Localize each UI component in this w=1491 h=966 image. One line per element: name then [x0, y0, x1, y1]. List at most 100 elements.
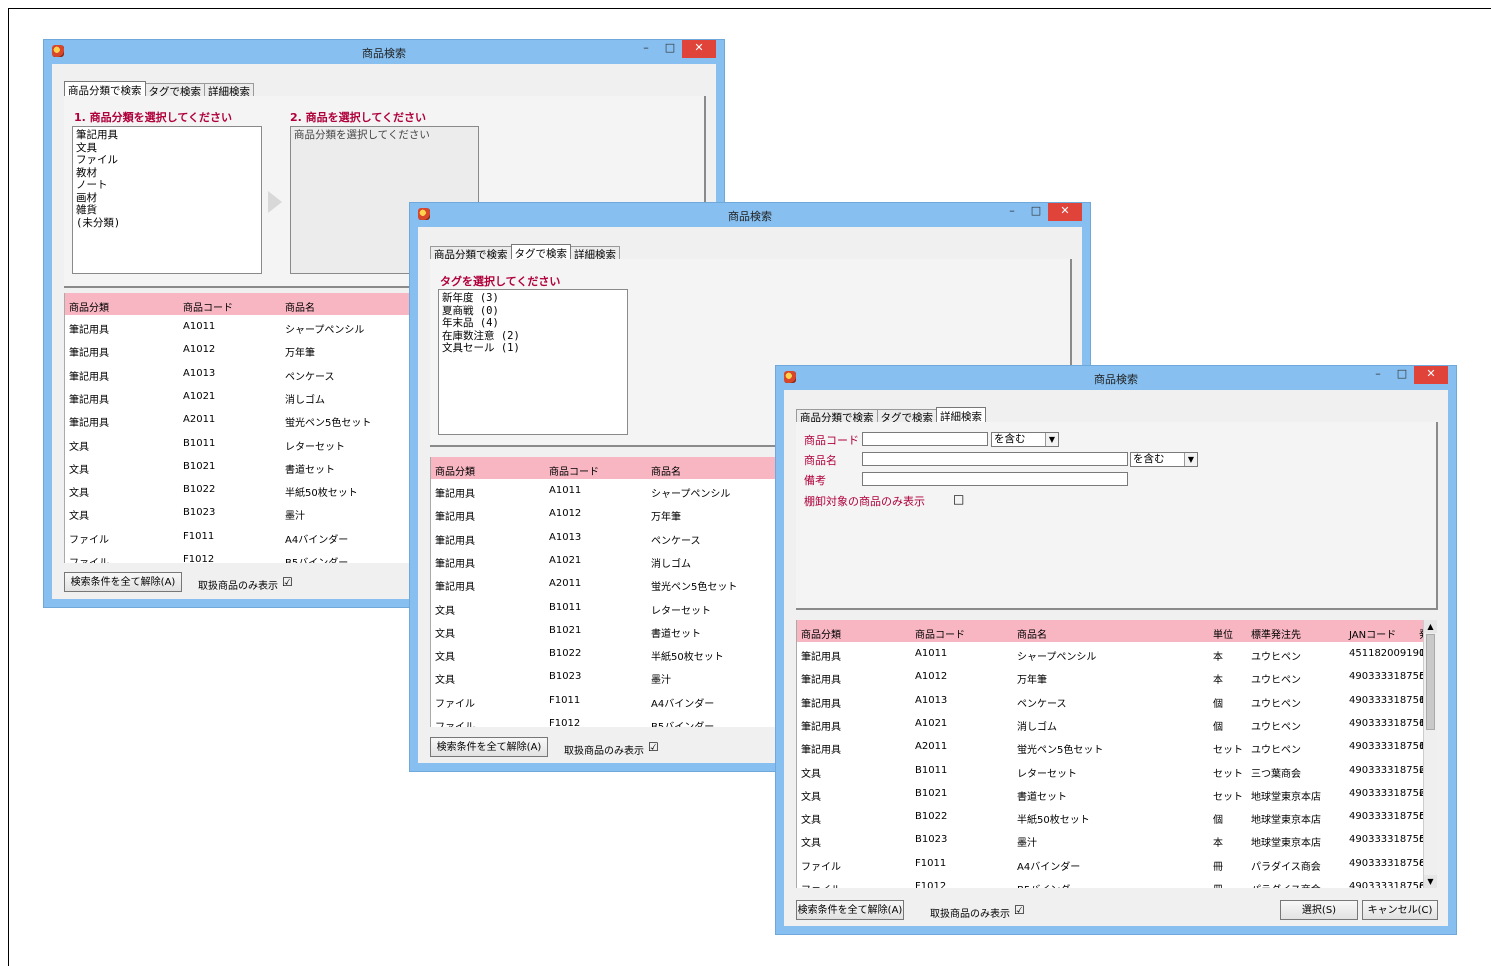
table-row[interactable]: 文具B1011レターセットセット三つ葉商会49033331875602! [797, 759, 1437, 782]
clear-conditions-button[interactable]: 検索条件を全て解除(A) [430, 737, 548, 757]
table-row[interactable]: ファイルF1012B5バインダー冊パラダイス商会49033331875608( [797, 875, 1437, 888]
memo-input[interactable] [862, 472, 1128, 486]
list-item[interactable]: 画材 [76, 192, 258, 205]
tag-listbox[interactable]: 新年度 (3) 夏商戦 (0) 年末品 (4) 在庫数注意 (2) 文具セール … [438, 289, 628, 435]
close-button[interactable]: ✕ [1048, 203, 1082, 221]
col-code[interactable]: 商品コード [549, 463, 599, 478]
col-code[interactable]: 商品コード [183, 299, 233, 314]
list-item[interactable]: 文具 [76, 142, 258, 155]
inventory-only-checkbox[interactable]: □ [953, 492, 964, 506]
table-row[interactable]: 筆記用具 A1012 万年筆 [431, 502, 791, 525]
table-row[interactable]: 筆記用具 A2011 蛍光ペン5色セット [431, 572, 791, 595]
table-row[interactable]: 文具 B1022 半紙50枚セット [431, 642, 791, 665]
table-row[interactable]: 筆記用具A2011蛍光ペン5色セットセットユウヒペン49033331875601… [797, 735, 1437, 758]
list-item[interactable]: 年末品 (4) [442, 317, 624, 330]
table-row[interactable]: ファイル F1011 A4バインダー [65, 525, 465, 548]
table-row[interactable]: 筆記用具A1012万年筆本ユウヒペン49033331875605( [797, 665, 1437, 688]
list-item[interactable]: 夏商戦 (0) [442, 305, 624, 318]
table-scrollbar[interactable]: ▲ ▼ [1423, 620, 1437, 888]
col-category[interactable]: 商品分類 [435, 463, 475, 478]
col-supplier[interactable]: 標準発注先 [1251, 626, 1301, 641]
chevron-down-icon[interactable]: ▼ [1045, 433, 1058, 446]
select-button[interactable]: 選択(S) [1280, 900, 1358, 920]
col-unit[interactable]: 単位 [1213, 626, 1233, 641]
col-name[interactable]: 商品名 [651, 463, 681, 478]
product-code-input[interactable] [862, 432, 988, 446]
scroll-thumb[interactable] [1426, 634, 1435, 730]
minimize-button[interactable]: – [634, 40, 658, 58]
table-row[interactable]: 筆記用具A1011シャープペンシル本ユウヒペン45118200919021( [797, 642, 1437, 665]
table-row[interactable]: 筆記用具A1013ペンケース個ユウヒペン49033331875601( [797, 689, 1437, 712]
table-row[interactable]: 筆記用具 A1021 消しゴム [65, 385, 465, 408]
table-row[interactable]: 文具 B1022 半紙50枚セット [65, 478, 465, 501]
maximize-button[interactable]: □ [1390, 366, 1414, 384]
list-item[interactable]: ノート [76, 179, 258, 192]
close-button[interactable]: ✕ [682, 40, 716, 58]
table-row[interactable]: 筆記用具 A1013 ペンケース [65, 362, 465, 385]
table-row[interactable]: 筆記用具 A1021 消しゴム [431, 549, 791, 572]
close-button[interactable]: ✕ [1414, 366, 1448, 384]
col-name[interactable]: 商品名 [1017, 626, 1047, 641]
table-row[interactable]: 筆記用具 A1013 ペンケース [431, 526, 791, 549]
titlebar[interactable]: 商品検索 – □ ✕ [776, 366, 1456, 390]
table-cell: A1021 [549, 554, 582, 566]
col-code[interactable]: 商品コード [915, 626, 965, 641]
list-item[interactable]: 教材 [76, 167, 258, 180]
list-item[interactable]: 在庫数注意 (2) [442, 330, 624, 343]
table-cell: 書道セット [285, 464, 335, 476]
table-cell: 万年筆 [651, 512, 681, 524]
table-row[interactable]: 文具 B1021 書道セット [431, 619, 791, 642]
table-row[interactable]: 筆記用具 A1012 万年筆 [65, 338, 465, 361]
table-row[interactable]: 文具 B1011 レターセット [431, 596, 791, 619]
clear-conditions-button[interactable]: 検索条件を全て解除(A) [64, 572, 182, 592]
col-category[interactable]: 商品分類 [801, 626, 841, 641]
table-row[interactable]: ファイル F1012 B5バインダー [65, 548, 465, 563]
handled-only-label: 取扱商品のみ表示 [564, 746, 644, 757]
list-item[interactable]: 雑貨 [76, 204, 258, 217]
table-row[interactable]: 筆記用具 A2011 蛍光ペン5色セット [65, 408, 465, 431]
table-cell: 文具 [69, 488, 89, 500]
list-item[interactable]: 新年度 (3) [442, 292, 624, 305]
minimize-button[interactable]: – [1366, 366, 1390, 384]
table-row[interactable]: ファイルF1011A4バインダー冊パラダイス商会49033331875608( [797, 852, 1437, 875]
handled-only-checkbox[interactable]: ☑ [648, 740, 659, 754]
table-row[interactable]: 文具 B1011 レターセット [65, 432, 465, 455]
table-row[interactable]: 文具 B1021 書道セット [65, 455, 465, 478]
col-name[interactable]: 商品名 [285, 299, 315, 314]
scroll-down-icon[interactable]: ▼ [1424, 875, 1437, 888]
col-jan[interactable]: JANコード [1349, 626, 1396, 641]
table-row[interactable]: 文具B1021書道セットセット地球堂東京本店49033331875602( [797, 782, 1437, 805]
table-cell: B1011 [915, 764, 948, 776]
col-category[interactable]: 商品分類 [69, 299, 109, 314]
minimize-button[interactable]: – [1000, 203, 1024, 221]
product-code-match-select[interactable]: を含む ▼ [991, 432, 1059, 447]
table-row[interactable]: 文具B1022半紙50枚セット個地球堂東京本店49033331875605( [797, 805, 1437, 828]
chevron-down-icon[interactable]: ▼ [1184, 453, 1197, 466]
product-name-match-select[interactable]: を含む ▼ [1130, 452, 1198, 467]
table-row[interactable]: ファイル F1012 B5バインダー [431, 712, 791, 727]
list-item[interactable]: ファイル [76, 154, 258, 167]
table-header: 商品分類 商品コード 商品名 [65, 293, 465, 315]
table-row[interactable]: 文具 B1023 墨汁 [431, 665, 791, 688]
list-item[interactable]: (未分類) [76, 217, 258, 230]
clear-conditions-button[interactable]: 検索条件を全て解除(A) [796, 900, 904, 920]
list-item[interactable]: 文具セール (1) [442, 342, 624, 355]
scroll-up-icon[interactable]: ▲ [1424, 620, 1437, 633]
handled-only-checkbox[interactable]: ☑ [1014, 903, 1025, 917]
maximize-button[interactable]: □ [1024, 203, 1048, 221]
handled-only-checkbox[interactable]: ☑ [282, 575, 293, 589]
maximize-button[interactable]: □ [658, 40, 682, 58]
table-row[interactable]: 文具B1023墨汁本地球堂東京本店49033331875605( [797, 828, 1437, 851]
titlebar[interactable]: 商品検索 – □ ✕ [44, 40, 724, 64]
category-listbox[interactable]: 筆記用具 文具 ファイル 教材 ノート 画材 雑貨 (未分類) [72, 126, 262, 274]
table-row[interactable]: 筆記用具 A1011 シャープペンシル [431, 479, 791, 502]
cancel-button[interactable]: キャンセル(C) [1362, 900, 1438, 920]
table-row[interactable]: 筆記用具A1021消しゴム個ユウヒペン49033331875601! [797, 712, 1437, 735]
table-row[interactable]: ファイル F1011 A4バインダー [431, 689, 791, 712]
list-item[interactable]: 筆記用具 [76, 129, 258, 142]
product-name-input[interactable] [862, 452, 1128, 466]
table-row[interactable]: 筆記用具 A1011 シャープペンシル [65, 315, 465, 338]
table-row[interactable]: 文具 B1023 墨汁 [65, 501, 465, 524]
product-heading: 2. 商品を選択してください [290, 111, 427, 124]
titlebar[interactable]: 商品検索 – □ ✕ [410, 203, 1090, 227]
